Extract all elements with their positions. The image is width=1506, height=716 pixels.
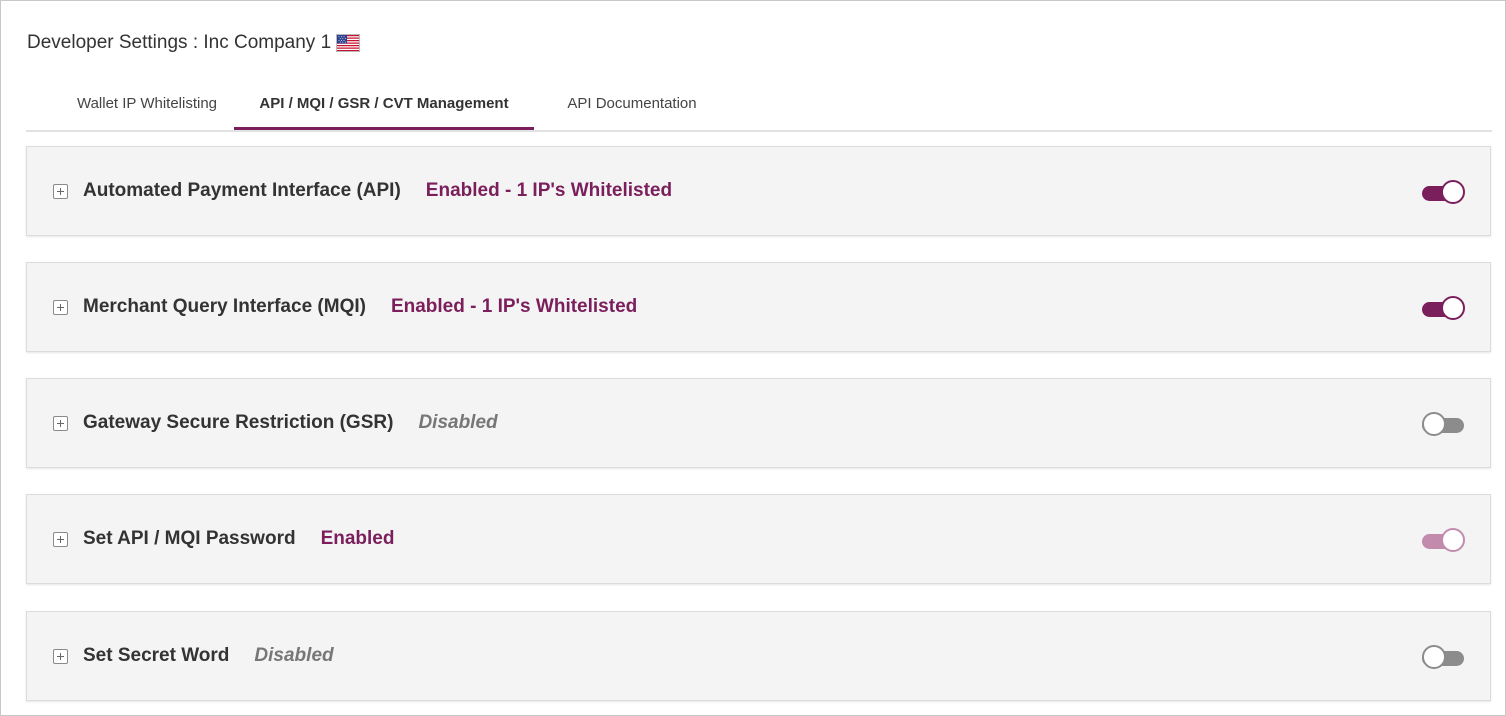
toggle-knob — [1422, 645, 1446, 669]
setting-status: Disabled — [254, 645, 334, 666]
expand-plus-icon[interactable] — [53, 649, 68, 664]
setting-label: Merchant Query Interface (MQI) — [83, 296, 366, 317]
toggle-knob — [1441, 296, 1465, 320]
page-title-text: Developer Settings : Inc Company 1 — [27, 32, 332, 53]
expand-plus-icon[interactable] — [53, 184, 68, 199]
setting-status: Enabled - 1 IP's Whitelisted — [425, 180, 673, 201]
settings-window: Developer Settings : Inc Company 1 Walle… — [0, 0, 1506, 716]
setting-status: Enabled - 1 IP's Whitelisted — [390, 296, 638, 317]
toggle-knob — [1441, 528, 1465, 552]
setting-panel-api: Automated Payment Interface (API) Enable… — [26, 146, 1491, 236]
us-flag-icon — [336, 34, 361, 52]
setting-panel-mqi: Merchant Query Interface (MQI) Enabled -… — [26, 262, 1491, 352]
tab-api-documentation[interactable]: API Documentation — [566, 79, 698, 128]
api-toggle[interactable] — [1422, 180, 1466, 206]
setting-panel-secret-word: Set Secret Word Disabled — [26, 611, 1491, 701]
password-toggle[interactable] — [1422, 528, 1466, 554]
mqi-toggle[interactable] — [1422, 296, 1466, 322]
secret-word-toggle[interactable] — [1422, 645, 1466, 671]
setting-status: Disabled — [418, 412, 498, 433]
toggle-knob — [1441, 180, 1465, 204]
setting-label: Set Secret Word — [83, 645, 230, 666]
setting-label: Set API / MQI Password — [83, 528, 296, 549]
expand-plus-icon[interactable] — [53, 416, 68, 431]
setting-label: Automated Payment Interface (API) — [83, 180, 401, 201]
tab-bar: Wallet IP Whitelisting API / MQI / GSR /… — [26, 79, 1492, 132]
toggle-knob — [1422, 412, 1446, 436]
tab-wallet-ip-whitelisting[interactable]: Wallet IP Whitelisting — [59, 79, 235, 128]
setting-panel-password: Set API / MQI Password Enabled — [26, 494, 1491, 584]
tab-api-mqi-gsr-cvt-management[interactable]: API / MQI / GSR / CVT Management — [234, 79, 534, 130]
setting-label: Gateway Secure Restriction (GSR) — [83, 412, 394, 433]
gsr-toggle[interactable] — [1422, 412, 1466, 438]
expand-plus-icon[interactable] — [53, 300, 68, 315]
expand-plus-icon[interactable] — [53, 532, 68, 547]
page-title: Developer Settings : Inc Company 1 — [27, 32, 361, 54]
setting-panel-gsr: Gateway Secure Restriction (GSR) Disable… — [26, 378, 1491, 468]
setting-status: Enabled — [320, 528, 395, 549]
